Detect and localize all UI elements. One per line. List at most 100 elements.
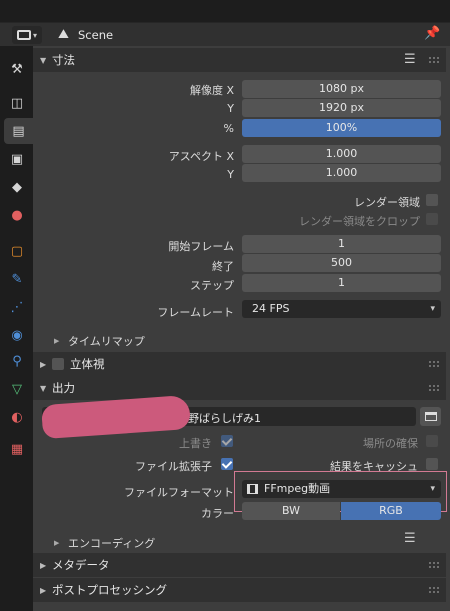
top-strip — [0, 0, 450, 18]
expand-triangle-icon: ▼ — [40, 55, 47, 65]
render-tab-icon: ◫ — [10, 95, 24, 111]
expand-triangle-icon: ▼ — [40, 383, 47, 393]
resolution-percent-slider[interactable]: 100% — [242, 119, 441, 137]
world-tab-button[interactable]: ● — [3, 202, 31, 228]
dimensions-panel-header[interactable]: ▼ 寸法 ☰ — [33, 48, 446, 72]
context-label: Scene — [78, 28, 114, 42]
chevron-down-icon: ▾ — [430, 484, 435, 494]
placeholders-label: 場所の確保 — [363, 437, 418, 450]
frame-step-label: ステップ — [190, 279, 234, 292]
particles-tab-button[interactable]: ⋰ — [3, 294, 31, 320]
frame-rate-label: フレームレート — [157, 306, 234, 319]
properties-tab-column: ⚒ ◫ ▤ ▣ ◆ ● ▢ ✎ ⋰ ◉ ⚲ ▽ ◐ ▦ — [0, 46, 33, 611]
data-tab-icon: ▽ — [12, 381, 22, 397]
properties-header: ▾ ⛰ Scene 📌 — [0, 22, 450, 46]
metadata-panel-header[interactable]: ▶ メタデータ — [33, 553, 446, 577]
metadata-title: メタデータ — [52, 558, 110, 572]
crop-region-label: レンダー領域をクロップ — [299, 215, 420, 228]
placeholders-checkbox[interactable] — [426, 435, 438, 447]
output-panel-header[interactable]: ▼ 出力 — [33, 376, 446, 400]
encoding-subpanel-header[interactable]: ▶ エンコーディング — [54, 535, 155, 551]
resolution-y-label: Y — [227, 102, 234, 115]
time-remap-title: タイムリマップ — [68, 335, 145, 348]
physics-tab-button[interactable]: ◉ — [3, 322, 31, 348]
overwrite-checkbox[interactable] — [221, 435, 233, 447]
frame-end-field[interactable]: 500 — [242, 254, 441, 272]
object-tab-icon: ▢ — [10, 243, 24, 259]
frame-start-label: 開始フレーム — [168, 240, 234, 253]
texture-tab-icon: ▦ — [10, 441, 24, 457]
drag-grip-icon[interactable] — [428, 360, 440, 368]
color-mode-label: カラー — [201, 507, 234, 520]
stereoscopy-panel-header[interactable]: ▶ 立体視 — [33, 352, 446, 376]
time-remap-subpanel-header[interactable]: ▶ タイムリマップ — [54, 333, 145, 349]
file-extension-checkbox[interactable] — [221, 458, 233, 470]
color-rgb-button[interactable]: RGB — [341, 502, 441, 520]
drag-grip-icon[interactable] — [428, 56, 440, 64]
folder-icon — [424, 412, 437, 421]
crop-region-checkbox[interactable] — [426, 213, 438, 225]
presets-list-icon[interactable]: ☰ — [404, 52, 416, 67]
chevron-down-icon: ▾ — [430, 304, 435, 314]
stereoscopy-title: 立体視 — [70, 357, 105, 371]
film-icon — [247, 484, 258, 494]
frame-start-field[interactable]: 1 — [242, 235, 441, 253]
cache-result-checkbox[interactable] — [426, 458, 438, 470]
post-processing-panel-header[interactable]: ▶ ポストプロセッシング — [33, 578, 446, 602]
collapsed-triangle-icon: ▶ — [40, 585, 47, 595]
view-layer-tab-icon: ▣ — [10, 151, 24, 167]
tool-tab-button[interactable]: ⚒ — [3, 56, 31, 82]
dimensions-title: 寸法 — [52, 53, 75, 67]
resolution-x-field[interactable]: 1080 px — [242, 80, 441, 98]
file-format-value: FFmpeg動画 — [264, 482, 331, 495]
collapsed-triangle-icon: ▶ — [54, 337, 60, 345]
view-layer-tab-button[interactable]: ▣ — [3, 146, 31, 172]
frame-step-field[interactable]: 1 — [242, 274, 441, 292]
scene-tab-button[interactable]: ◆ — [3, 174, 31, 200]
aspect-y-field[interactable]: 1.000 — [242, 164, 441, 182]
scene-tab-icon: ◆ — [12, 179, 22, 195]
stereoscopy-checkbox[interactable] — [52, 358, 64, 370]
color-bw-button[interactable]: BW — [242, 502, 340, 520]
texture-tab-button[interactable]: ▦ — [3, 436, 31, 462]
file-format-dropdown[interactable]: FFmpeg動画 ▾ — [242, 480, 441, 498]
post-processing-title: ポストプロセッシング — [52, 583, 167, 597]
aspect-x-label: アスペクト X — [168, 150, 234, 163]
collapsed-triangle-icon: ▶ — [40, 359, 47, 369]
drag-grip-icon[interactable] — [428, 586, 440, 594]
output-path-text: 野ばらしげみ1 — [188, 412, 261, 425]
editor-type-button[interactable]: ▾ — [12, 26, 42, 44]
frame-rate-value: 24 FPS — [252, 302, 290, 315]
tool-tab-icon: ⚒ — [11, 61, 23, 77]
render-tab-button[interactable]: ◫ — [3, 90, 31, 116]
drag-grip-icon[interactable] — [428, 384, 440, 392]
physics-tab-icon: ◉ — [11, 327, 23, 343]
resolution-y-field[interactable]: 1920 px — [242, 99, 441, 117]
data-tab-button[interactable]: ▽ — [3, 376, 31, 402]
render-region-label: レンダー領域 — [354, 196, 420, 209]
resolution-x-label: 解像度 X — [189, 84, 234, 97]
world-tab-icon: ● — [11, 207, 23, 223]
drag-grip-icon[interactable] — [428, 561, 440, 569]
properties-editor-icon — [16, 30, 31, 40]
material-tab-button[interactable]: ◐ — [3, 404, 31, 430]
object-tab-button[interactable]: ▢ — [3, 238, 31, 264]
frame-rate-dropdown[interactable]: 24 FPS ▾ — [242, 300, 441, 318]
render-region-checkbox[interactable] — [426, 194, 438, 206]
file-format-label: ファイルフォーマット — [124, 486, 234, 499]
encoding-presets-icon[interactable]: ☰ — [404, 531, 416, 546]
chevron-down-icon: ▾ — [32, 30, 37, 40]
modifier-tab-button[interactable]: ✎ — [3, 266, 31, 292]
folder-browse-button[interactable] — [420, 407, 441, 426]
frame-end-label: 終了 — [212, 260, 234, 273]
aspect-x-field[interactable]: 1.000 — [242, 145, 441, 163]
scene-icon: ⛰ — [58, 27, 69, 42]
constraints-tab-button[interactable]: ⚲ — [3, 348, 31, 374]
output-tab-button[interactable]: ▤ — [4, 118, 33, 144]
overwrite-label: 上書き — [179, 437, 212, 450]
file-extension-label: ファイル拡張子 — [135, 460, 212, 473]
resolution-percent-label: % — [223, 122, 234, 135]
modifier-tab-icon: ✎ — [11, 271, 23, 287]
collapsed-triangle-icon: ▶ — [40, 560, 47, 570]
pin-icon[interactable]: 📌 — [424, 26, 440, 41]
